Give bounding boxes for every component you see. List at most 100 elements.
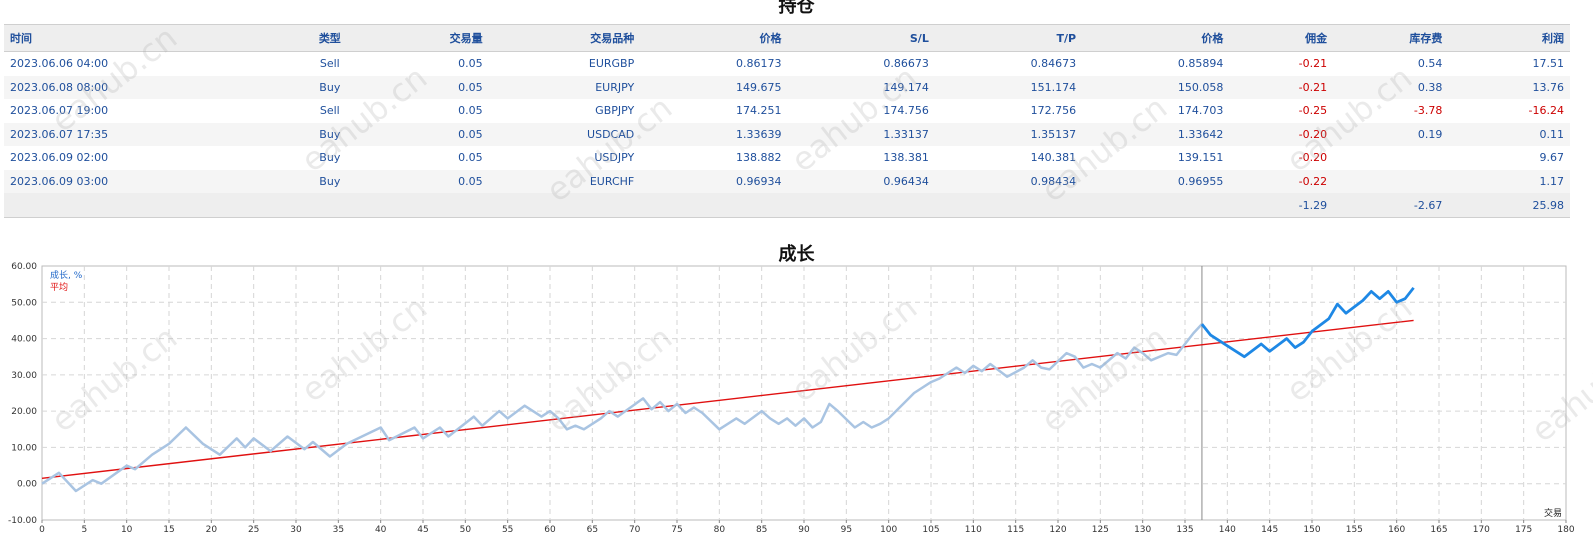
cell-open-price: 0.96934	[640, 169, 788, 193]
x-tick-label: 140	[1219, 525, 1236, 535]
cell-swap: 0.38	[1333, 75, 1449, 99]
x-tick-label: 75	[671, 525, 682, 535]
table-row: 2023.06.07 19:00 Sell 0.05 GBPJPY 174.25…	[4, 99, 1570, 123]
x-tick-label: 100	[880, 525, 897, 535]
x-tick-label: 20	[206, 525, 218, 535]
x-tick-label: 45	[417, 525, 428, 535]
cell-commission: -0.25	[1298, 104, 1328, 118]
column-header[interactable]: T/P	[934, 24, 1083, 52]
cell-tp: 151.174	[934, 75, 1083, 99]
cell-price: 150.058	[1082, 75, 1230, 99]
cell-volume: 0.05	[373, 169, 489, 193]
x-tick-label: 55	[502, 525, 513, 535]
column-header[interactable]: 价格	[1082, 24, 1230, 52]
cell-profit: 13.76	[1448, 75, 1570, 99]
table-header-row: 时间 类型 交易量 交易品种 价格 S/L T/P 价格 佣金 库存费 利润	[4, 24, 1570, 52]
column-header[interactable]: 价格	[640, 24, 788, 52]
x-tick-label: 65	[587, 525, 598, 535]
cell-symbol: EURJPY	[488, 75, 641, 99]
cell-price: 0.96955	[1082, 169, 1230, 193]
column-header[interactable]: 交易品种	[488, 24, 641, 52]
x-tick-label: 50	[460, 525, 472, 535]
cell-tp: 172.756	[1030, 104, 1077, 118]
x-tick-label: 80	[714, 525, 726, 535]
table-row: 2023.06.08 08:00 Buy 0.05 EURJPY 149.675…	[4, 75, 1570, 99]
cell-commission: -0.20	[1229, 122, 1334, 146]
cell-open-price: 0.86173	[736, 57, 782, 71]
cell-type: Buy	[286, 122, 374, 146]
cell-commission: -0.21	[1298, 57, 1328, 71]
x-tick-label: 150	[1303, 525, 1320, 535]
x-tick-label: 40	[375, 525, 387, 535]
cell-volume: 0.05	[373, 122, 489, 146]
cell-open-price: 1.33639	[640, 122, 788, 146]
total-profit: 25.98	[1448, 193, 1570, 218]
column-header[interactable]: 交易量	[373, 24, 489, 52]
cell-volume: 0.05	[458, 151, 483, 165]
x-tick-label: 90	[798, 525, 810, 535]
x-tick-label: 25	[248, 525, 259, 535]
x-tick-label: 85	[756, 525, 767, 535]
cell-symbol: USDJPY	[594, 151, 635, 165]
table-row: 2023.06.06 04:00 Sell 0.05 EURGBP 0.8617…	[4, 52, 1570, 76]
x-tick-label: 0	[39, 525, 45, 535]
cell-symbol: EURCHF	[488, 169, 641, 193]
column-header[interactable]: 库存费	[1333, 24, 1449, 52]
legend-trend: 平均	[50, 281, 68, 293]
column-header[interactable]: 时间	[4, 24, 287, 52]
cell-profit: 9.67	[1539, 151, 1565, 165]
column-header[interactable]: 佣金	[1229, 24, 1334, 52]
x-tick-label: 175	[1515, 525, 1532, 535]
x-tick-label: 125	[1092, 525, 1109, 535]
column-header[interactable]: 类型	[286, 24, 374, 52]
x-tick-label: 10	[121, 525, 133, 535]
totals-row: -1.29 -2.67 25.98	[4, 193, 1570, 218]
cell-price: 0.85894	[1177, 57, 1224, 71]
column-header[interactable]: 利润	[1448, 24, 1570, 52]
positions-table: 时间 类型 交易量 交易品种 价格 S/L T/P 价格 佣金 库存费 利润 2…	[4, 24, 1570, 218]
legend-growth: 成长, %	[50, 269, 83, 281]
total-commission: -1.29	[1229, 193, 1334, 218]
cell-price: 174.703	[1177, 104, 1224, 118]
cell-time: 2023.06.08 08:00	[4, 75, 287, 99]
cell-commission: -0.20	[1298, 151, 1328, 165]
total-swap: -2.67	[1333, 193, 1449, 218]
cell-sl: 1.33137	[787, 122, 935, 146]
y-tick-label: 50.00	[11, 298, 37, 308]
cell-open-price: 149.675	[640, 75, 788, 99]
cell-volume: 0.05	[458, 104, 483, 118]
cell-swap: 0.19	[1333, 122, 1449, 146]
cell-price: 1.33642	[1082, 122, 1230, 146]
y-tick-label: 30.00	[11, 371, 37, 381]
y-tick-label: 20.00	[11, 407, 37, 417]
cell-swap: 0.54	[1417, 57, 1443, 71]
cell-sl: 138.381	[883, 151, 929, 165]
y-tick-label: -10.00	[8, 516, 37, 526]
cell-tp: 0.84673	[1030, 57, 1077, 71]
cell-sl: 149.174	[787, 75, 935, 99]
x-tick-label: 35	[333, 525, 344, 535]
cell-tp: 1.35137	[934, 122, 1083, 146]
column-header[interactable]: S/L	[787, 24, 935, 52]
cell-swap	[1333, 146, 1448, 170]
y-tick-label: 40.00	[11, 335, 37, 345]
cell-commission: -0.22	[1229, 169, 1334, 193]
cell-sl: 174.756	[883, 104, 929, 118]
x-tick-label: 135	[1176, 525, 1193, 535]
x-tick-label: 165	[1430, 525, 1447, 535]
y-tick-label: 10.00	[11, 443, 37, 453]
table-row: 2023.06.07 17:35 Buy 0.05 USDCAD 1.33639…	[4, 122, 1570, 146]
cell-swap: -3.78	[1413, 104, 1443, 118]
x-tick-label: 160	[1388, 525, 1405, 535]
cell-tp: 140.381	[1030, 151, 1077, 165]
x-axis-label: 交易	[1544, 507, 1562, 519]
cell-sl: 0.86673	[883, 57, 929, 71]
growth-chart: 60.00 50.00 40.00 30.00 20.00 10.00 0.00 -10.00…	[8, 262, 1575, 535]
cell-commission: -0.21	[1229, 75, 1334, 99]
x-tick-label: 120	[1049, 525, 1066, 535]
x-tick-label: 60	[544, 525, 556, 535]
positions-title: 持仓	[778, 0, 815, 17]
table-row: 2023.06.09 03:00 Buy 0.05 EURCHF 0.96934…	[4, 169, 1570, 193]
x-tick-label: 15	[163, 525, 174, 535]
cell-time: 2023.06.09 02:00	[10, 151, 109, 165]
